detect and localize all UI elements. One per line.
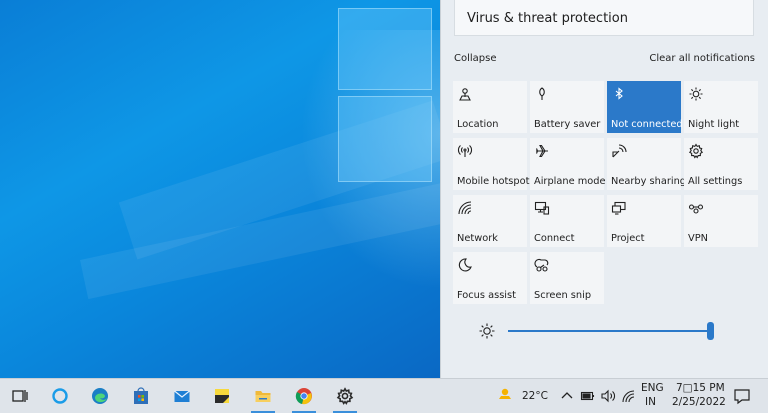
sticky-notes-button[interactable] — [202, 379, 242, 413]
sticky-notes-icon — [215, 389, 229, 403]
nearby-sharing-icon — [612, 144, 627, 158]
tile-label: Nearby sharing — [611, 176, 687, 187]
tile-label: Focus assist — [457, 290, 516, 301]
airplane-icon — [535, 144, 548, 158]
tile-focus-assist[interactable]: Focus assist — [453, 252, 527, 304]
notification-title: Virus & threat protection — [467, 11, 628, 26]
tile-mobile-hotspot[interactable]: Mobile hotspot — [453, 138, 530, 190]
desktop-wallpaper[interactable] — [0, 0, 440, 378]
settings-icon — [336, 387, 354, 405]
moon-icon — [458, 258, 472, 272]
tile-label: Screen snip — [534, 290, 592, 301]
brightness-slider-track[interactable] — [508, 330, 712, 332]
mobile-hotspot-icon — [458, 145, 472, 157]
brightness-icon — [479, 323, 495, 339]
tile-label: Night light — [688, 119, 740, 130]
settings-button[interactable] — [325, 379, 365, 413]
network-icon — [458, 201, 472, 215]
tile-location[interactable]: Location — [453, 81, 527, 133]
tile-label: Network — [457, 233, 498, 244]
volume-icon[interactable] — [600, 388, 616, 404]
chrome-button[interactable] — [284, 379, 324, 413]
tile-night-light[interactable]: Night light — [684, 81, 758, 133]
chrome-icon — [295, 388, 312, 405]
tile-battery-saver[interactable]: Battery saver — [530, 81, 604, 133]
mail-icon — [174, 390, 190, 402]
tile-network[interactable]: Network — [453, 195, 527, 247]
wifi-icon[interactable] — [620, 388, 636, 404]
tile-project[interactable]: Project — [607, 195, 681, 247]
tile-label: Not connected — [611, 119, 683, 130]
clear-all-notifications-link[interactable]: Clear all notifications — [649, 53, 755, 64]
tile-vpn[interactable]: VPN — [684, 195, 758, 247]
language-indicator-line1[interactable]: ENG — [641, 382, 664, 394]
connect-icon — [534, 201, 550, 215]
tile-label: Airplane mode — [534, 176, 606, 187]
location-icon — [459, 88, 471, 101]
weather-temperature[interactable]: 22°C — [522, 390, 548, 402]
quick-actions-grid: Location Battery saver Not connected Nig… — [453, 81, 758, 304]
gear-icon — [688, 143, 704, 159]
tile-label: Project — [611, 233, 645, 244]
collapse-link[interactable]: Collapse — [454, 53, 497, 64]
project-icon — [611, 201, 626, 215]
tile-label: VPN — [688, 233, 708, 244]
clock-time[interactable]: 7□15 PM — [676, 382, 725, 394]
tile-label: Connect — [534, 233, 575, 244]
tile-connect[interactable]: Connect — [530, 195, 604, 247]
tile-airplane-mode[interactable]: Airplane mode — [530, 138, 606, 190]
clock-date[interactable]: 2/25/2022 — [672, 396, 726, 408]
microsoft-store-button[interactable] — [121, 379, 161, 413]
tile-label: Mobile hotspot — [457, 176, 530, 187]
windows-logo-pane — [338, 8, 432, 90]
battery-icon[interactable] — [580, 388, 596, 404]
tile-label: Battery saver — [534, 119, 601, 130]
brightness-slider-thumb[interactable] — [707, 322, 714, 340]
screen-snip-icon — [534, 258, 549, 272]
cortana-icon — [52, 388, 68, 404]
weather-icon — [499, 388, 511, 399]
mail-button[interactable] — [162, 379, 202, 413]
cortana-button[interactable] — [40, 379, 80, 413]
notification-card[interactable]: Virus & threat protection — [454, 0, 754, 36]
tile-label: Location — [457, 119, 499, 130]
language-indicator-line2[interactable]: IN — [645, 396, 656, 408]
bluetooth-icon — [615, 87, 623, 100]
file-explorer-icon — [255, 391, 271, 402]
tile-bluetooth[interactable]: Not connected — [607, 81, 683, 133]
tile-all-settings[interactable]: All settings — [684, 138, 758, 190]
taskbar: 22°C ENG IN 7□15 PM 2/25/2022 — [0, 378, 768, 413]
file-explorer-button[interactable] — [243, 379, 283, 413]
store-icon — [134, 387, 148, 404]
task-view-button[interactable] — [0, 379, 40, 413]
edge-icon — [92, 388, 108, 404]
chevron-up-icon[interactable] — [559, 388, 575, 404]
night-light-icon — [689, 87, 703, 101]
windows-logo-pane — [338, 96, 432, 182]
task-view-icon — [12, 390, 28, 402]
vpn-icon — [688, 204, 704, 214]
edge-button[interactable] — [80, 379, 120, 413]
tile-screen-snip[interactable]: Screen snip — [530, 252, 604, 304]
tile-label: All settings — [688, 176, 743, 187]
notification-center-icon[interactable] — [733, 387, 751, 405]
tile-nearby-sharing[interactable]: Nearby sharing — [607, 138, 686, 190]
battery-saver-icon — [539, 87, 545, 100]
